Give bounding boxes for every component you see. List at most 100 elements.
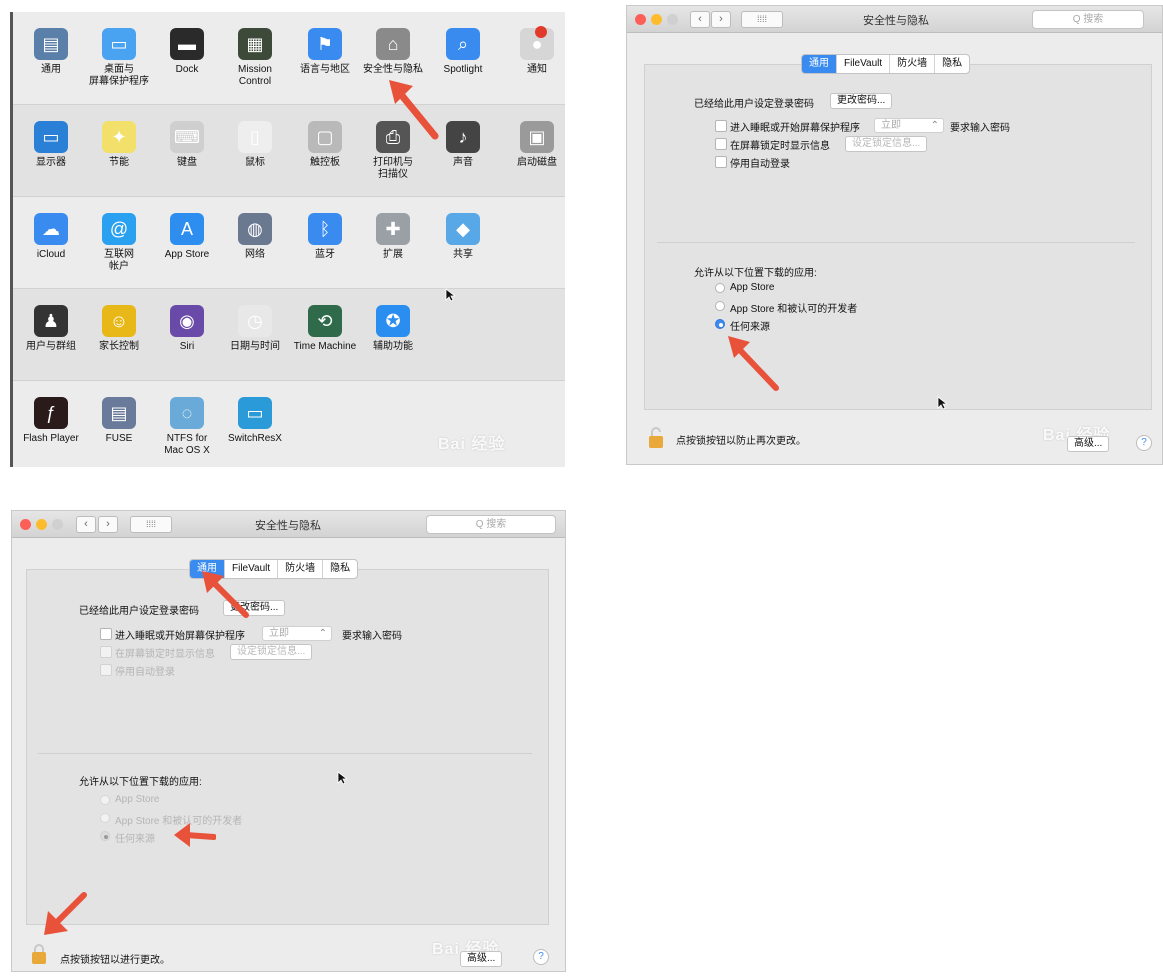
annotation-arrow-icon (202, 571, 249, 618)
pref-item[interactable]: ◍ 网络 (221, 213, 289, 261)
titlebar: ‹ › ⁞⁞⁞⁞ 安全性与隐私 Q 搜索 (12, 511, 565, 538)
pref-item[interactable]: ⚑ 语言与地区 (291, 28, 359, 76)
radio-anywhere[interactable] (715, 319, 725, 329)
advanced-button[interactable]: 高级... (1067, 436, 1110, 452)
pref-item[interactable]: ◌ NTFS for Mac OS X (153, 397, 221, 457)
notification-badge-icon (535, 26, 547, 38)
pref-item[interactable]: ♟ 用户与群组 (17, 305, 85, 353)
pref-item[interactable]: ⌂ 安全性与隐私 (359, 28, 427, 76)
radio-app-store-label: App Store (115, 794, 160, 805)
forward-button[interactable]: › (711, 11, 731, 28)
pref-item[interactable]: ▤ FUSE (85, 397, 153, 445)
pref-label: 辅助功能 (373, 341, 413, 352)
close-button[interactable] (635, 14, 646, 25)
tab-privacy[interactable]: 隐私 (935, 55, 969, 73)
pref-item[interactable]: ◆ 共享 (429, 213, 497, 261)
mouse-cursor-icon (445, 288, 455, 302)
pref-label: 桌面与 屏幕保护程序 (89, 64, 149, 87)
forward-button[interactable]: › (98, 516, 118, 533)
tab-privacy[interactable]: 隐私 (323, 560, 357, 578)
pref-label: Siri (179, 341, 195, 352)
pref-item[interactable]: @ 互联网 帐户 (85, 213, 153, 273)
change-password-button[interactable]: 更改密码... (830, 93, 893, 109)
show-all-grid-icon[interactable]: ⁞⁞⁞⁞ (741, 11, 783, 28)
puzzle-icon: ✚ (376, 213, 410, 245)
pref-item[interactable]: A App Store (153, 213, 221, 261)
pref-item[interactable]: ▬ Dock (153, 28, 221, 76)
minimize-button[interactable] (651, 14, 662, 25)
help-button[interactable]: ? (1136, 435, 1152, 451)
spotlight-icon: ⌕ (446, 28, 480, 60)
pref-item[interactable]: ◷ 日期与时间 (221, 305, 289, 353)
require-password-checkbox[interactable] (100, 628, 112, 640)
annotation-arrow-icon (174, 823, 216, 847)
pref-item[interactable]: ◉ Siri (153, 305, 221, 353)
zoom-button[interactable] (667, 14, 678, 25)
unlocked-padlock-icon[interactable] (648, 427, 664, 449)
pref-label: Dock (175, 64, 199, 75)
pref-item[interactable]: ⌕ Spotlight (429, 28, 497, 76)
pref-item[interactable]: ✪ 辅助功能 (359, 305, 427, 353)
pref-item[interactable]: ▭ 桌面与 屏幕保护程序 (85, 28, 153, 88)
pref-item[interactable]: ▣ 启动磁盘 (503, 121, 571, 169)
radio-anywhere-label: 任何来源 (115, 834, 155, 845)
set-lock-message-button[interactable]: 设定锁定信息... (230, 644, 313, 660)
pref-item[interactable]: ▭ 显示器 (17, 121, 85, 169)
radio-identified-developers[interactable] (715, 301, 725, 311)
ntfs-icon: ◌ (170, 397, 204, 429)
back-button[interactable]: ‹ (76, 516, 96, 533)
mouse-icon: ▯ (238, 121, 272, 153)
disable-autologin-checkbox[interactable] (715, 156, 727, 168)
radio-anywhere-label: 任何来源 (730, 322, 770, 333)
pref-item[interactable]: ᛒ 蓝牙 (291, 213, 359, 261)
radio-anywhere[interactable] (100, 831, 110, 841)
display-icon: ▭ (34, 121, 68, 153)
pref-item[interactable]: ✦ 节能 (85, 121, 153, 169)
advanced-button[interactable]: 高级... (460, 951, 503, 967)
locked-padlock-icon[interactable] (31, 943, 47, 965)
pref-item[interactable]: ⟲ Time Machine (291, 305, 359, 353)
pref-item[interactable]: ✚ 扩展 (359, 213, 427, 261)
pref-label: 蓝牙 (315, 249, 335, 260)
tab-firewall[interactable]: 防火墙 (890, 55, 936, 73)
pref-item[interactable]: ▦ Mission Control (221, 28, 289, 88)
tab-filevault[interactable]: FileVault (837, 55, 891, 73)
pref-item[interactable]: ▭ SwitchResX (221, 397, 289, 445)
set-lock-message-button[interactable]: 设定锁定信息... (845, 136, 928, 152)
require-password-checkbox[interactable] (715, 120, 727, 132)
zoom-button[interactable] (52, 519, 63, 530)
disable-autologin-label: 停用自动登录 (115, 667, 175, 678)
pref-item[interactable]: ƒ Flash Player (17, 397, 85, 445)
show-message-checkbox[interactable] (715, 138, 727, 150)
pref-item[interactable]: ▢ 触控板 (291, 121, 359, 169)
tab-general[interactable]: 通用 (802, 55, 837, 73)
radio-app-store[interactable] (715, 283, 725, 293)
pref-item[interactable]: ☺ 家长控制 (85, 305, 153, 353)
back-button[interactable]: ‹ (690, 11, 710, 28)
pref-item[interactable]: ☁ iCloud (17, 213, 85, 261)
close-button[interactable] (20, 519, 31, 530)
search-input[interactable]: Q 搜索 (426, 515, 556, 534)
search-input[interactable]: Q 搜索 (1032, 10, 1144, 29)
disable-autologin-checkbox[interactable] (100, 664, 112, 676)
prefs-row: ▤ 通用 ▭ 桌面与 屏幕保护程序 ▬ Dock ▦ Mission Control ⚑ 语言与地… (13, 12, 565, 104)
stepper-icon: ⌃ (930, 120, 939, 131)
speaker-icon: ♪ (446, 121, 480, 153)
require-password-select[interactable]: 立即 ⌃ (262, 626, 332, 641)
minimize-button[interactable] (36, 519, 47, 530)
pref-label: Time Machine (293, 341, 357, 352)
tab-firewall[interactable]: 防火墙 (278, 560, 324, 578)
pref-label: Spotlight (443, 64, 483, 75)
help-button[interactable]: ? (533, 949, 549, 965)
pref-item[interactable]: ⌨ 键盘 (153, 121, 221, 169)
pref-label: 显示器 (36, 157, 66, 168)
select-value: 立即 (269, 628, 289, 639)
require-password-select[interactable]: 立即 ⌃ (874, 118, 944, 133)
show-all-grid-icon[interactable]: ⁞⁞⁞⁞ (130, 516, 172, 533)
pref-item[interactable]: ▯ 鼠标 (221, 121, 289, 169)
radio-app-store[interactable] (100, 795, 110, 805)
radio-identified-developers[interactable] (100, 813, 110, 823)
show-message-checkbox[interactable] (100, 646, 112, 658)
pref-label: 共享 (453, 249, 473, 260)
pref-item[interactable]: ▤ 通用 (17, 28, 85, 76)
